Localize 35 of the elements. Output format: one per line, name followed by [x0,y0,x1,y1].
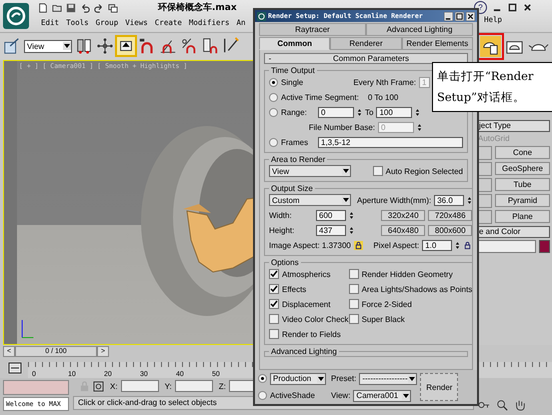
option-label: Range: [281,108,308,116]
option-label: Displacement [282,300,330,308]
group-title: Area to Render [270,155,326,164]
callout-note: 单击打开“Render Setup”对话框。 [432,62,552,112]
option-label: Effects [282,284,306,294]
range-text: 0 To 100 [368,92,398,102]
image-aspect-text: Image Aspect: 1.37300 [269,240,351,250]
coordinate-label: X: [110,382,118,391]
option-label: Single [281,78,304,86]
group-title: Options [270,258,300,267]
option-label: Video Color Check [282,314,349,324]
group-title: Output Size [270,184,314,193]
option-label: Force 2-Sided [362,300,412,308]
window-title: 环保椅概念车.max [158,1,237,14]
field-label: Preset: [331,374,356,383]
option-label: Atmospherics [282,270,330,278]
autogrid-label: AutoGrid [477,134,511,144]
option-label: Auto Region Selected [386,166,463,176]
option-label: Render Hidden Geometry [362,270,453,278]
field-label: File Number Base: [308,122,375,132]
option-label: Area Lights/Shadows as Points [362,284,472,294]
option-label: Render to Fields [282,330,341,338]
option-label: Active Time Segment: [281,92,359,102]
field-label: To [365,108,374,116]
group-title: Advanced Lighting [270,347,338,356]
group-title: Time Output [270,66,316,75]
field-label: Width: [269,210,293,220]
option-label: Frames [281,138,310,146]
option-label: Super Black [362,314,405,324]
field-label: Aperture Width(mm): [357,196,432,204]
field-label: Height: [269,226,296,234]
coordinate-label: Z: [218,382,226,391]
coordinate-label: Y: [164,382,172,391]
field-label: Every Nth Frame: [353,78,416,86]
field-label: Pixel Aspect: [373,240,420,250]
